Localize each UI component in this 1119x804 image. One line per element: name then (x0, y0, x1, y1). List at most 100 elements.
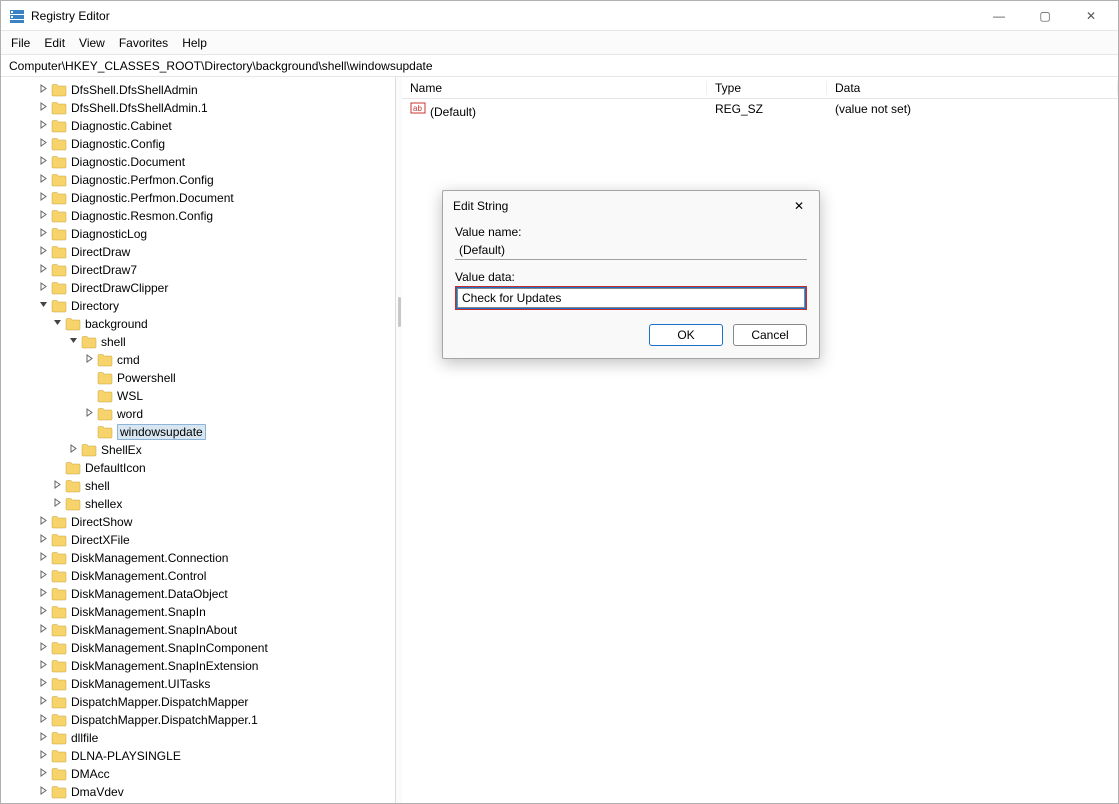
tree-item[interactable]: DmaVdev (1, 783, 395, 801)
chevron-down-icon[interactable] (37, 300, 49, 312)
menu-file[interactable]: File (11, 36, 30, 50)
tree-item[interactable]: windowsupdate (1, 423, 395, 441)
chevron-right-icon[interactable] (37, 606, 49, 618)
menu-view[interactable]: View (79, 36, 105, 50)
tree-item[interactable]: DispatchMapper.DispatchMapper (1, 693, 395, 711)
chevron-right-icon[interactable] (37, 588, 49, 600)
tree-item[interactable]: Powershell (1, 369, 395, 387)
tree-item[interactable]: Diagnostic.Document (1, 153, 395, 171)
chevron-right-icon[interactable] (37, 696, 49, 708)
chevron-right-icon[interactable] (37, 174, 49, 186)
menu-edit[interactable]: Edit (44, 36, 65, 50)
chevron-right-icon[interactable] (37, 714, 49, 726)
chevron-right-icon[interactable] (37, 570, 49, 582)
splitter-grip[interactable] (398, 297, 401, 327)
chevron-right-icon[interactable] (37, 732, 49, 744)
tree-item[interactable]: Diagnostic.Config (1, 135, 395, 153)
tree-item[interactable]: DfsShell.DfsShellAdmin.1 (1, 99, 395, 117)
chevron-right-icon[interactable] (37, 768, 49, 780)
tree-item[interactable]: Diagnostic.Cabinet (1, 117, 395, 135)
dialog-close-button[interactable]: ✕ (789, 199, 809, 213)
value-name-field[interactable] (455, 241, 807, 260)
col-header-data[interactable]: Data (827, 81, 1118, 95)
tree-item[interactable]: DiskManagement.DataObject (1, 585, 395, 603)
chevron-right-icon[interactable] (37, 120, 49, 132)
ok-button[interactable]: OK (649, 324, 723, 346)
tree-item[interactable]: DiskManagement.Connection (1, 549, 395, 567)
tree-pane[interactable]: DfsShell.DfsShellAdminDfsShell.DfsShellA… (1, 77, 396, 803)
tree-item[interactable]: DirectXFile (1, 531, 395, 549)
tree-item[interactable]: DiskManagement.SnapInAbout (1, 621, 395, 639)
chevron-right-icon[interactable] (51, 498, 63, 510)
chevron-right-icon[interactable] (37, 282, 49, 294)
chevron-right-icon[interactable] (67, 444, 79, 456)
tree-item[interactable]: DiskManagement.SnapIn (1, 603, 395, 621)
chevron-right-icon[interactable] (37, 102, 49, 114)
cancel-button[interactable]: Cancel (733, 324, 807, 346)
chevron-right-icon[interactable] (83, 354, 95, 366)
tree-item[interactable]: word (1, 405, 395, 423)
value-data-input[interactable] (457, 288, 805, 308)
tree-item-label: DmaVdev (71, 785, 124, 799)
tree-item[interactable]: DfsShell.DfsShellAdmin (1, 81, 395, 99)
chevron-right-icon[interactable] (37, 750, 49, 762)
tree-item[interactable]: shellex (1, 495, 395, 513)
tree-item[interactable]: DirectDrawClipper (1, 279, 395, 297)
tree-item[interactable]: background (1, 315, 395, 333)
chevron-right-icon[interactable] (37, 228, 49, 240)
chevron-right-icon[interactable] (51, 480, 63, 492)
chevron-right-icon[interactable] (37, 84, 49, 96)
chevron-right-icon[interactable] (37, 138, 49, 150)
tree-item[interactable]: DirectDraw (1, 243, 395, 261)
address-bar[interactable]: Computer\HKEY_CLASSES_ROOT\Directory\bac… (1, 55, 1118, 77)
minimize-button[interactable]: — (976, 1, 1022, 31)
chevron-right-icon[interactable] (37, 552, 49, 564)
tree-item[interactable]: Diagnostic.Perfmon.Config (1, 171, 395, 189)
tree-item[interactable]: ShellEx (1, 441, 395, 459)
chevron-right-icon[interactable] (37, 156, 49, 168)
maximize-button[interactable]: ▢ (1022, 1, 1068, 31)
col-header-name[interactable]: Name (402, 81, 707, 95)
tree-item[interactable]: shell (1, 477, 395, 495)
tree-item[interactable]: DiskManagement.Control (1, 567, 395, 585)
chevron-right-icon[interactable] (83, 408, 95, 420)
chevron-right-icon[interactable] (37, 246, 49, 258)
chevron-right-icon[interactable] (37, 660, 49, 672)
tree-item[interactable]: DiskManagement.UITasks (1, 675, 395, 693)
tree-item[interactable]: WSL (1, 387, 395, 405)
tree-item[interactable]: DirectShow (1, 513, 395, 531)
tree-item[interactable]: DispatchMapper.DispatchMapper.1 (1, 711, 395, 729)
tree-item[interactable]: cmd (1, 351, 395, 369)
chevron-right-icon[interactable] (37, 516, 49, 528)
chevron-down-icon[interactable] (51, 318, 63, 330)
tree-item[interactable]: Diagnostic.Resmon.Config (1, 207, 395, 225)
tree-item-label: DirectDraw (71, 245, 130, 259)
value-row[interactable]: ab(Default)REG_SZ(value not set) (402, 99, 1118, 119)
close-button[interactable]: ✕ (1068, 1, 1114, 31)
tree-item[interactable]: DiskManagement.SnapInComponent (1, 639, 395, 657)
tree-item[interactable]: shell (1, 333, 395, 351)
chevron-right-icon[interactable] (37, 210, 49, 222)
menu-help[interactable]: Help (182, 36, 207, 50)
chevron-right-icon[interactable] (37, 192, 49, 204)
list-pane[interactable]: Name Type Data ab(Default)REG_SZ(value n… (402, 77, 1118, 803)
tree-item[interactable]: DMAcc (1, 765, 395, 783)
tree-item[interactable]: Diagnostic.Perfmon.Document (1, 189, 395, 207)
tree-item[interactable]: DiskManagement.SnapInExtension (1, 657, 395, 675)
tree-item[interactable]: DirectDraw7 (1, 261, 395, 279)
tree-item[interactable]: Directory (1, 297, 395, 315)
col-header-type[interactable]: Type (707, 81, 827, 95)
chevron-right-icon[interactable] (37, 642, 49, 654)
chevron-right-icon[interactable] (37, 678, 49, 690)
tree-item[interactable]: dllfile (1, 729, 395, 747)
folder-icon (51, 533, 67, 547)
chevron-right-icon[interactable] (37, 786, 49, 798)
tree-item[interactable]: DiagnosticLog (1, 225, 395, 243)
chevron-right-icon[interactable] (37, 264, 49, 276)
chevron-down-icon[interactable] (67, 336, 79, 348)
tree-item[interactable]: DLNA-PLAYSINGLE (1, 747, 395, 765)
menu-favorites[interactable]: Favorites (119, 36, 168, 50)
chevron-right-icon[interactable] (37, 624, 49, 636)
tree-item[interactable]: DefaultIcon (1, 459, 395, 477)
chevron-right-icon[interactable] (37, 534, 49, 546)
